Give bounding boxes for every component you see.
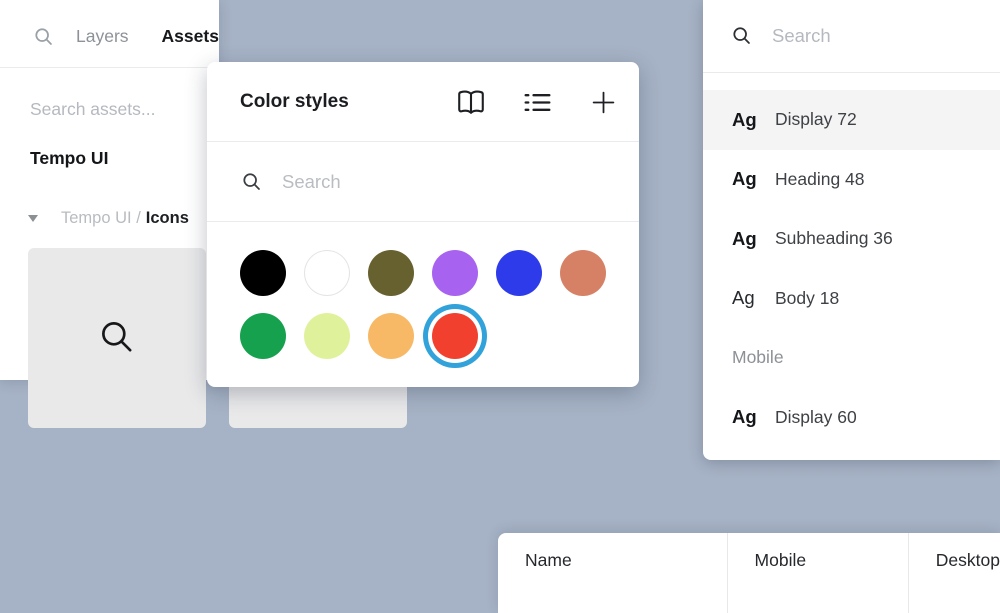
assets-panel: Layers Assets Search assets... Tempo UI … — [0, 0, 407, 428]
asset-tile-search[interactable] — [28, 248, 206, 428]
text-style-display-60[interactable]: Ag Display 60 — [703, 388, 1000, 448]
chevron-down-icon[interactable] — [28, 215, 38, 222]
table-header-name: Name — [498, 533, 728, 613]
color-styles-header: Color styles — [207, 62, 639, 142]
style-preview: Ag — [732, 227, 757, 249]
assets-search-input[interactable]: Search assets... — [30, 99, 155, 120]
swatch-grid — [207, 222, 628, 359]
asset-group-name: Icons — [145, 209, 189, 227]
color-swatch-orange[interactable] — [368, 313, 414, 359]
color-swatch-white[interactable] — [304, 250, 350, 296]
search-icon[interactable] — [33, 26, 55, 48]
list-view-icon[interactable] — [524, 62, 551, 142]
color-swatch-red-selected[interactable] — [432, 313, 478, 359]
search-placeholder: Search — [772, 25, 831, 46]
text-style-list: Ag Display 72 Ag Heading 48 Ag Subheadin… — [703, 90, 1000, 447]
book-icon[interactable] — [454, 62, 488, 142]
color-styles-search[interactable]: Search — [207, 142, 639, 222]
text-styles-panel: Search Ag Display 72 Ag Heading 48 Ag Su… — [703, 0, 1000, 460]
library-name[interactable]: Tempo UI — [30, 148, 108, 169]
panel-tab-bar: Layers Assets — [0, 0, 219, 68]
style-label: Body 18 — [775, 287, 840, 308]
search-icon — [733, 27, 750, 44]
section-label-text: Mobile — [732, 347, 784, 368]
table-header-mobile: Mobile — [728, 533, 909, 613]
text-styles-search[interactable]: Search — [703, 0, 1000, 73]
color-swatch-yellowgreen[interactable] — [304, 313, 350, 359]
color-swatch-green[interactable] — [240, 313, 286, 359]
text-style-body-18[interactable]: Ag Body 18 — [703, 269, 1000, 329]
style-preview: Ag — [732, 287, 755, 309]
color-swatch-olive[interactable] — [368, 250, 414, 296]
color-swatch-purple[interactable] — [432, 250, 478, 296]
tab-layers[interactable]: Layers — [76, 26, 129, 47]
section-label-mobile: Mobile — [703, 328, 1000, 388]
style-preview: Ag — [732, 406, 757, 428]
style-label: Display 60 — [775, 406, 857, 427]
text-style-subheading-36[interactable]: Ag Subheading 36 — [703, 209, 1000, 269]
table-header-desktop: Desktop — [935, 550, 1000, 570]
style-label: Heading 48 — [775, 168, 865, 189]
color-swatch-blue[interactable] — [496, 250, 542, 296]
panel-title: Color styles — [240, 90, 349, 112]
color-swatch-salmon[interactable] — [560, 250, 606, 296]
style-preview: Ag — [732, 168, 757, 190]
asset-group-row[interactable]: Tempo UI / Icons — [28, 209, 189, 228]
text-style-heading-48[interactable]: Ag Heading 48 — [703, 150, 1000, 210]
search-icon — [102, 322, 132, 352]
style-label: Subheading 36 — [775, 228, 893, 249]
color-styles-panel: Color styles Search — [207, 62, 639, 387]
text-style-display-72[interactable]: Ag Display 72 — [703, 90, 1000, 150]
style-preview: Ag — [732, 108, 757, 130]
search-icon — [243, 172, 260, 190]
color-swatch-black[interactable] — [240, 250, 286, 296]
tab-assets[interactable]: Assets — [162, 26, 219, 47]
style-label: Display 72 — [775, 109, 857, 130]
asset-group-prefix: Tempo UI / — [61, 209, 141, 227]
table-panel: Name Mobile Desktop — [498, 533, 1000, 613]
search-placeholder: Search — [282, 170, 341, 192]
add-icon[interactable] — [591, 62, 616, 142]
